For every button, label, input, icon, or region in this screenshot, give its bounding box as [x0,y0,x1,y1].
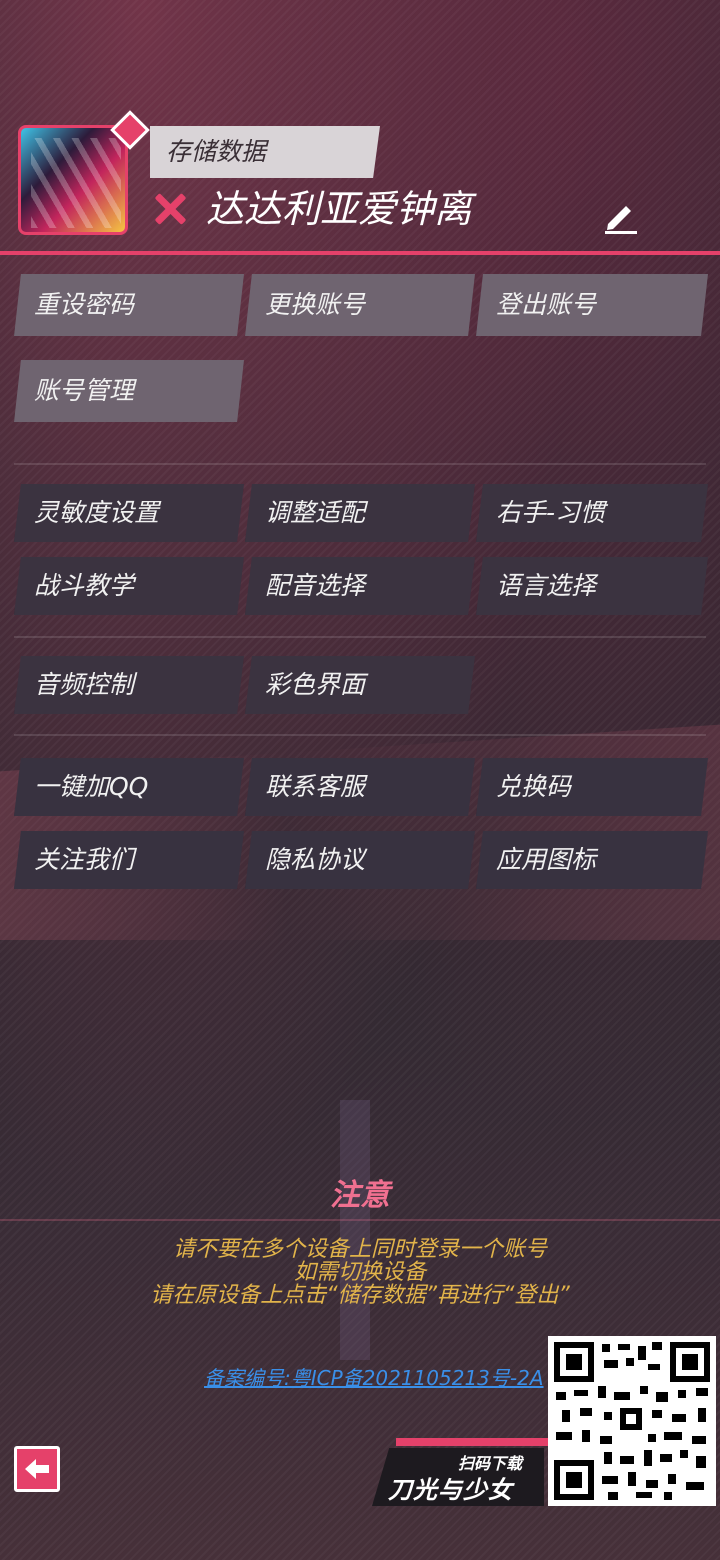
icp-record-link[interactable]: 备案编号:粤ICP备2021105213号-2A [204,1362,544,1391]
section-divider [14,463,706,465]
notice-line-3: 请在原设备上点击“储存数据”再进行“登出” [150,1283,570,1308]
header-divider [0,251,720,255]
section-divider [14,636,706,638]
save-data-tab[interactable]: 存储数据 [150,126,380,178]
close-x-icon [152,190,188,226]
voice-select-button[interactable]: 配音选择 [245,557,475,615]
section-divider [14,734,706,736]
edit-pencil-icon[interactable] [600,196,640,236]
back-button[interactable] [14,1446,60,1492]
add-qq-button[interactable]: 一键加QQ [14,758,244,816]
profile-header: 存储数据 达达利亚爱钟离 [0,0,720,256]
right-hand-habit-button[interactable]: 右手-习惯 [476,484,708,542]
contact-support-button[interactable]: 联系客服 [245,758,475,816]
color-ui-button[interactable]: 彩色界面 [245,656,475,714]
arrow-left-icon [25,1459,49,1479]
background-pillar [340,1100,370,1360]
audio-control-button[interactable]: 音频控制 [14,656,244,714]
logout-button[interactable]: 登出账号 [476,274,708,336]
sensitivity-settings-button[interactable]: 灵敏度设置 [14,484,244,542]
avatar[interactable] [18,125,128,235]
adjust-fit-button[interactable]: 调整适配 [245,484,475,542]
switch-account-button[interactable]: 更换账号 [245,274,475,336]
privacy-policy-button[interactable]: 隐私协议 [245,831,475,889]
account-management-button[interactable]: 账号管理 [14,360,244,422]
language-select-button[interactable]: 语言选择 [476,557,708,615]
reset-password-button[interactable]: 重设密码 [14,274,244,336]
download-promo: 扫码下载 刀光与少女 [372,1438,552,1506]
app-icon-button[interactable]: 应用图标 [476,831,708,889]
notice-title: 注意 [330,1178,390,1213]
qr-code-icon [548,1336,716,1506]
redeem-code-button[interactable]: 兑换码 [476,758,708,816]
notice-divider [0,1219,720,1221]
username: 达达利亚爱钟离 [206,187,473,231]
follow-us-button[interactable]: 关注我们 [14,831,244,889]
game-logo-text: 刀光与少女 [388,1476,513,1504]
combat-tutorial-button[interactable]: 战斗教学 [14,557,244,615]
